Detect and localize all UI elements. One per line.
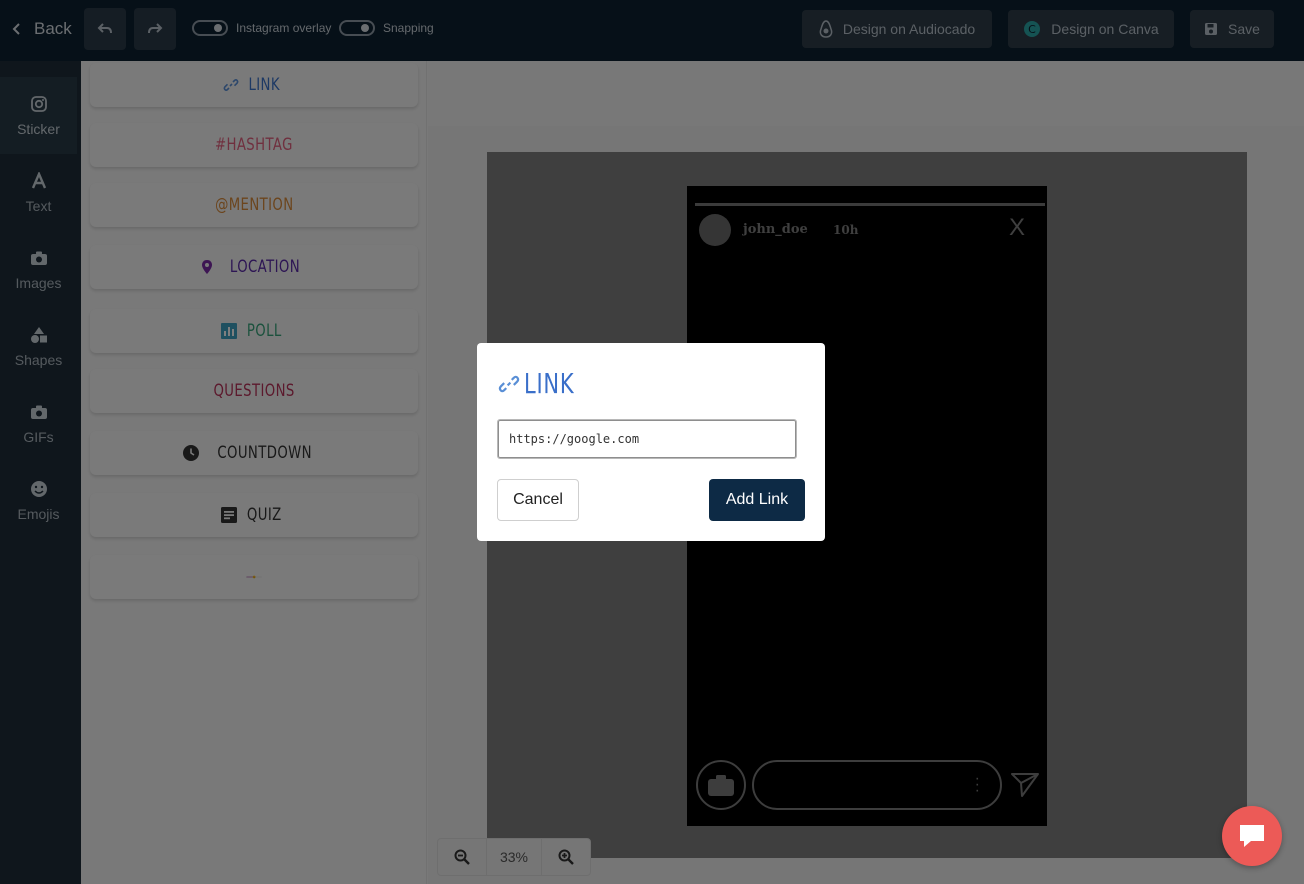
dialog-title-text: LINK <box>524 367 575 400</box>
cancel-button[interactable]: Cancel <box>497 479 579 521</box>
link-url-input[interactable] <box>497 419 797 459</box>
link-icon <box>498 375 520 392</box>
chat-widget-button[interactable] <box>1222 806 1282 866</box>
dialog-title: LINK <box>498 367 591 400</box>
add-link-button[interactable]: Add Link <box>709 479 805 521</box>
link-dialog: LINK Cancel Add Link <box>477 343 825 541</box>
chat-bubble-icon <box>1240 825 1264 847</box>
